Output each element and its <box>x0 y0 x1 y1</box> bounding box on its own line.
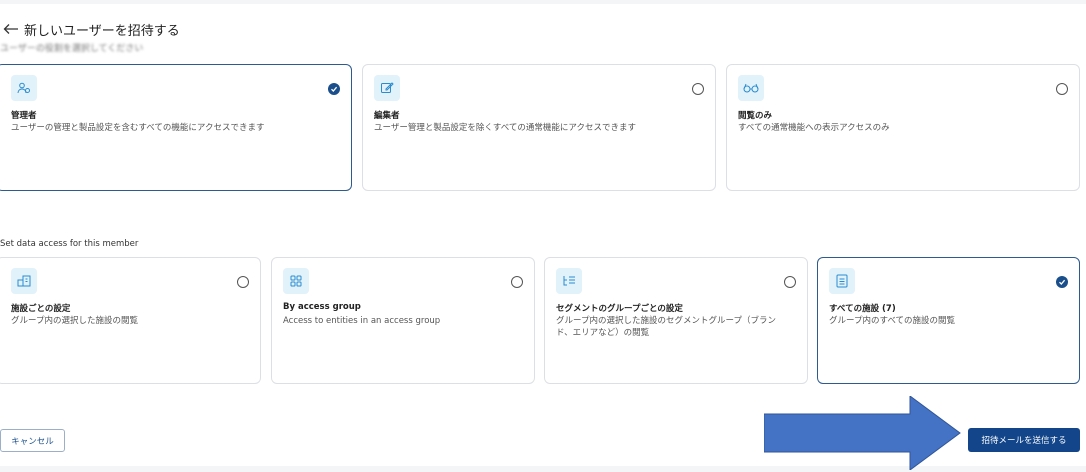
role-title: 閲覧のみ <box>738 111 773 121</box>
data-access-card-by-access-group[interactable]: By access group Access to entities in an… <box>271 257 535 384</box>
grid-icon <box>283 268 309 294</box>
role-card-admin[interactable]: 管理者 ユーザーの管理と製品設定を含むすべての機能にアクセスできます <box>0 64 352 191</box>
back-arrow-icon[interactable] <box>0 19 22 39</box>
page-title: 新しいユーザーを招待する <box>24 23 180 39</box>
users-icon <box>11 75 37 101</box>
radio-icon[interactable] <box>1056 83 1068 95</box>
option-description: グループ内の選択した施設のセグメントグループ（ブランド、エリアなど）の閲覧 <box>556 316 776 338</box>
role-title: 編集者 <box>374 111 400 121</box>
radio-checked-icon[interactable] <box>1056 276 1068 288</box>
glasses-icon <box>738 75 764 101</box>
option-description: グループ内の選択した施設の閲覧 <box>11 316 138 326</box>
building-icon <box>11 268 37 294</box>
annotation-arrow-icon <box>764 396 961 470</box>
page-header: 新しいユーザーを招待する <box>0 18 180 40</box>
data-access-card-by-property[interactable]: 施設ごとの設定 グループ内の選択した施設の閲覧 <box>0 257 261 384</box>
radio-icon[interactable] <box>237 276 249 288</box>
hierarchy-icon <box>556 268 582 294</box>
option-description: グループ内のすべての施設の閲覧 <box>829 316 956 326</box>
list-icon <box>829 268 855 294</box>
radio-icon[interactable] <box>784 276 796 288</box>
role-title: 管理者 <box>11 111 37 121</box>
role-description: ユーザーの管理と製品設定を含むすべての機能にアクセスできます <box>11 123 265 133</box>
data-access-card-all-properties[interactable]: すべての施設 (7) グループ内のすべての施設の閲覧 <box>817 257 1080 384</box>
radio-icon[interactable] <box>511 276 523 288</box>
option-title: By access group <box>283 302 361 312</box>
cancel-button[interactable]: キャンセル <box>0 429 65 452</box>
option-title: 施設ごとの設定 <box>11 304 71 314</box>
option-title: セグメントのグループごとの設定 <box>556 304 683 314</box>
role-card-editor[interactable]: 編集者 ユーザー管理と製品設定を除くすべての通常機能にアクセスできます <box>362 64 716 191</box>
data-access-label: Set data access for this member <box>0 239 139 249</box>
radio-icon[interactable] <box>692 83 704 95</box>
option-title: すべての施設 (7) <box>829 304 896 314</box>
radio-checked-icon[interactable] <box>328 83 340 95</box>
data-access-card-by-segment-group[interactable]: セグメントのグループごとの設定 グループ内の選択した施設のセグメントグループ（ブ… <box>544 257 808 384</box>
page-subtitle: ユーザーの役割を選択してください <box>0 44 144 54</box>
role-description: ユーザー管理と製品設定を除くすべての通常機能にアクセスできます <box>374 123 636 133</box>
edit-icon <box>374 75 400 101</box>
role-description: すべての通常機能への表示アクセスのみ <box>738 123 890 133</box>
send-invite-button[interactable]: 招待メールを送信する <box>968 428 1080 452</box>
option-description: Access to entities in an access group <box>283 316 441 326</box>
role-card-viewer[interactable]: 閲覧のみ すべての通常機能への表示アクセスのみ <box>726 64 1080 191</box>
